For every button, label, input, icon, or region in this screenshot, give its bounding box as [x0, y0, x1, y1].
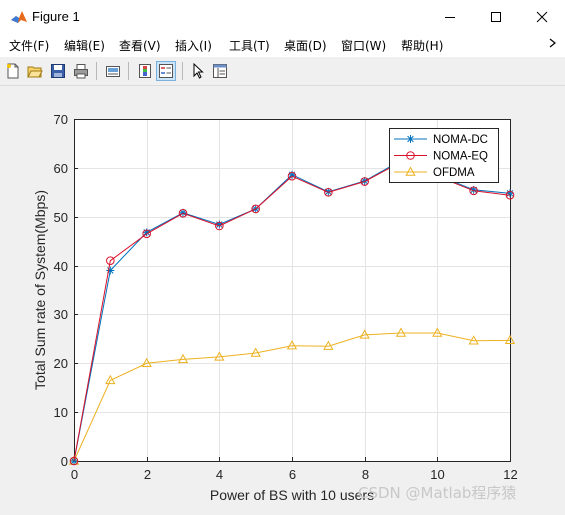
title-bar[interactable]: Figure 1 — [0, 0, 565, 33]
figure-canvas: 0 2 4 6 8 10 12 0 10 20 30 40 50 60 70 Power of BS wi… — [0, 86, 565, 510]
y-tick-label: 40 — [54, 259, 68, 274]
y-tick-label: 50 — [54, 210, 68, 225]
new-figure-icon[interactable] — [3, 61, 23, 81]
x-tick-label: 10 — [430, 467, 444, 482]
chevron-right-icon[interactable] — [549, 38, 557, 51]
toolbar-divider — [96, 62, 97, 80]
legend-entry: OFDMA — [433, 167, 475, 179]
open-file-icon[interactable] — [25, 61, 45, 81]
y-tick-label: 10 — [54, 405, 68, 420]
menu-insert[interactable]: 插入(I) — [175, 37, 212, 54]
menu-window[interactable]: 窗口(W) — [341, 37, 386, 54]
menu-desktop[interactable]: 桌面(D) — [284, 37, 327, 54]
minimize-button[interactable] — [427, 0, 473, 33]
menu-bar: 文件(F) 编辑(E) 查看(V) 插入(I) 工具(T) 桌面(D) 窗口(W… — [0, 33, 565, 57]
link-plot-icon[interactable] — [103, 61, 123, 81]
menu-tools[interactable]: 工具(T) — [229, 37, 270, 54]
matlab-logo-icon — [10, 8, 28, 26]
toolbar-divider — [128, 62, 129, 80]
close-button[interactable] — [519, 0, 565, 33]
csdn-watermark: CSDN @Matlab程序猿 — [358, 484, 517, 502]
insert-legend-icon[interactable] — [156, 61, 176, 81]
save-icon[interactable] — [48, 61, 68, 81]
y-tick-label: 60 — [54, 161, 68, 176]
x-tick-label: 12 — [503, 467, 517, 482]
x-tick-label: 0 — [71, 467, 78, 482]
toolbar-divider — [182, 62, 183, 80]
property-inspector-icon[interactable] — [210, 61, 230, 81]
y-axis-label: Total Sum rate of System(Mbps) — [32, 190, 48, 390]
menu-file[interactable]: 文件(F) — [9, 37, 49, 54]
insert-colorbar-icon[interactable] — [135, 61, 155, 81]
legend[interactable]: NOMA-DC NOMA-EQ OFDMA — [389, 128, 499, 183]
x-tick-label: 4 — [216, 467, 223, 482]
print-icon[interactable] — [71, 61, 91, 81]
x-axis-label: Power of BS with 10 users — [210, 487, 374, 503]
window-title: Figure 1 — [32, 9, 80, 24]
figure-window: Figure 1 文件(F) 编辑(E) 查看(V) 插入(I) 工具(T) 桌… — [0, 0, 565, 510]
y-tick-label: 70 — [54, 112, 68, 127]
x-tick-label: 8 — [362, 467, 369, 482]
y-tick-label: 20 — [54, 356, 68, 371]
maximize-button[interactable] — [473, 0, 519, 33]
menu-help[interactable]: 帮助(H) — [401, 37, 443, 54]
pointer-icon[interactable] — [188, 61, 208, 81]
menu-edit[interactable]: 编辑(E) — [64, 37, 105, 54]
y-tick-label: 0 — [61, 454, 68, 469]
figure-toolbar — [0, 57, 565, 86]
x-tick-label: 2 — [144, 467, 151, 482]
y-tick-label: 30 — [54, 307, 68, 322]
menu-view[interactable]: 查看(V) — [119, 37, 161, 54]
legend-entry: NOMA-EQ — [433, 151, 488, 163]
line-chart[interactable]: 0 2 4 6 8 10 12 0 10 20 30 40 50 60 70 Power of BS wi… — [0, 86, 565, 510]
legend-marker — [406, 135, 415, 143]
legend-entry: NOMA-DC — [433, 134, 488, 146]
x-tick-label: 6 — [289, 467, 296, 482]
